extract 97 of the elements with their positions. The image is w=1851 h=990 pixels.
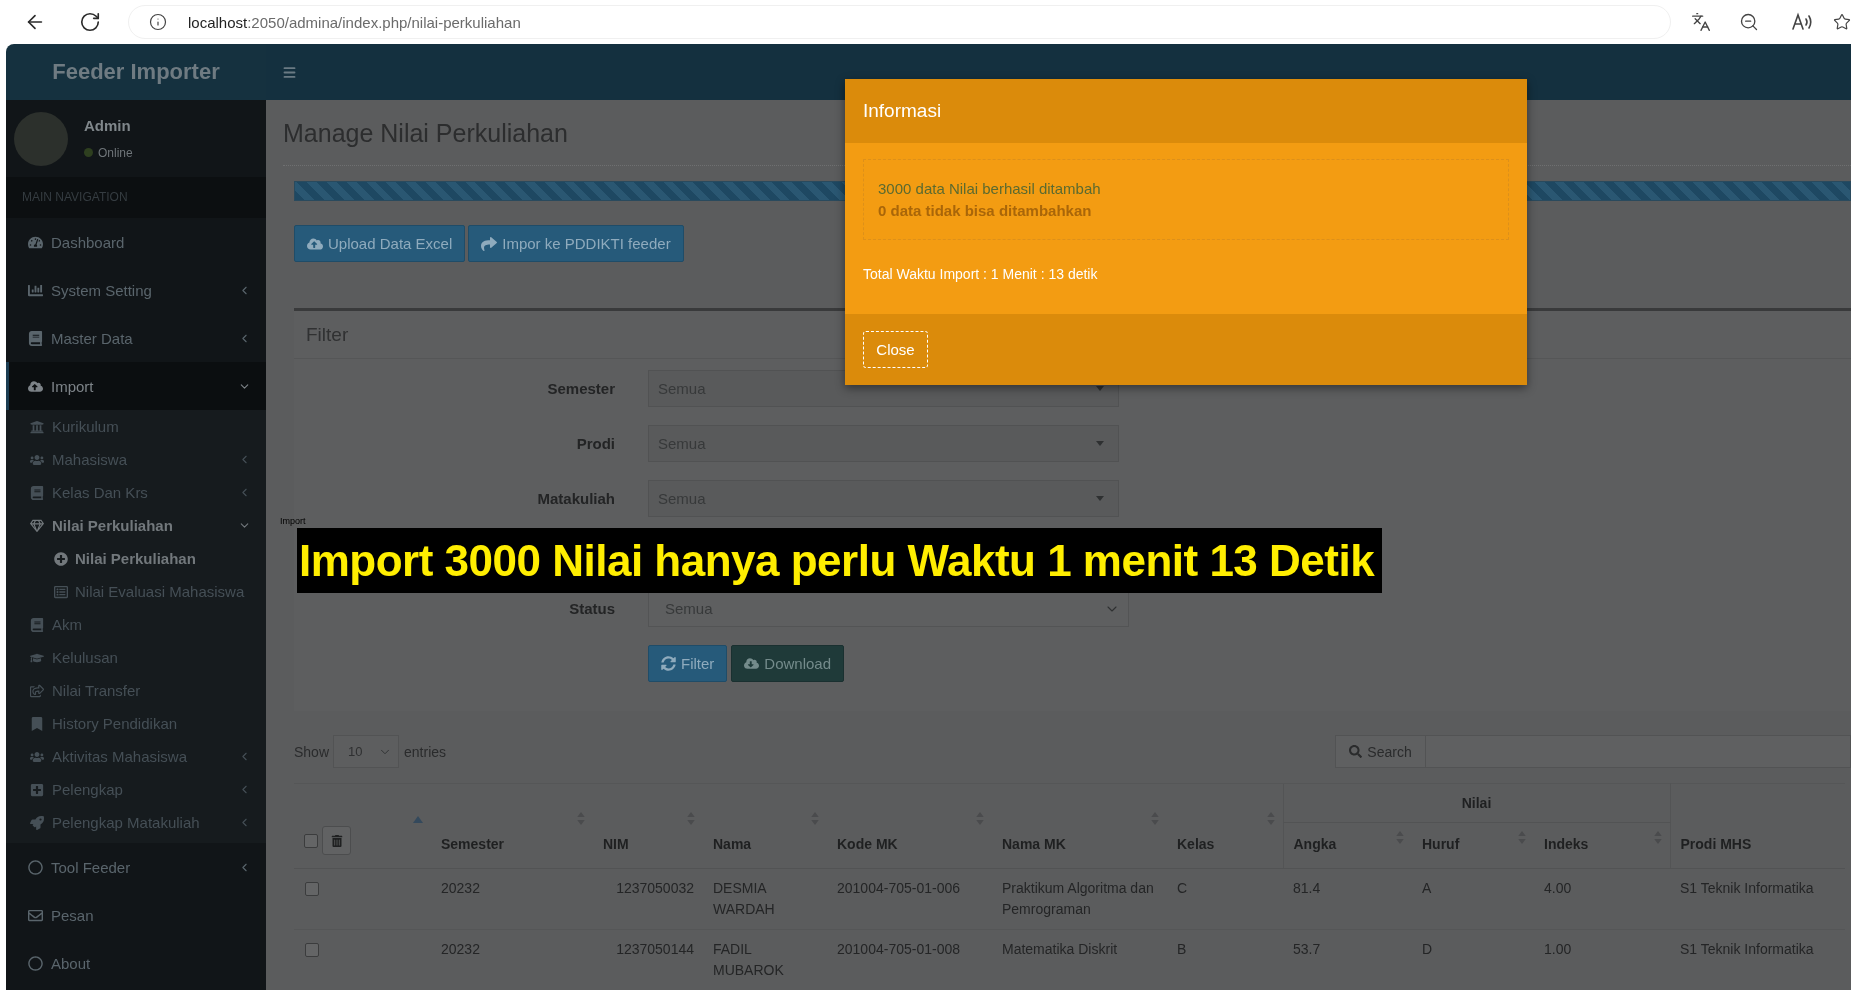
- table-cell: Matematika Diskrit: [992, 929, 1167, 990]
- sidebar-item[interactable]: Nilai Perkuliahan: [6, 509, 266, 542]
- modal-title: Informasi: [863, 100, 942, 122]
- caret-down-icon: [1096, 441, 1104, 446]
- table-cell: FADIL MUBAROK: [703, 929, 827, 990]
- table-cell: D: [1412, 929, 1534, 990]
- sidebar-item[interactable]: About: [6, 939, 266, 987]
- sidebar-item[interactable]: Kurikulum: [6, 410, 266, 443]
- menu-icon[interactable]: [282, 64, 297, 80]
- column-header[interactable]: Nama: [703, 783, 827, 869]
- star-icon[interactable]: [1833, 13, 1851, 31]
- field-label: Status: [568, 600, 615, 617]
- status-dot-icon: [84, 148, 93, 157]
- list-icon: [54, 584, 68, 599]
- zoom-out-icon[interactable]: [1739, 12, 1759, 32]
- checkbox[interactable]: [305, 943, 319, 957]
- caret-down-icon: [1096, 496, 1104, 501]
- book-icon: [30, 485, 44, 500]
- delete-button[interactable]: [322, 826, 351, 855]
- sidebar-item[interactable]: Import: [6, 362, 266, 410]
- cloud-upload-icon: [27, 378, 43, 394]
- book-icon: [30, 617, 44, 632]
- table-cell: B: [1167, 929, 1283, 990]
- sidebar-item[interactable]: History Pendidikan: [6, 707, 266, 740]
- building-icon: [30, 419, 44, 434]
- filter-action-button[interactable]: Filter: [648, 645, 728, 682]
- sidebar-item[interactable]: Pelengkap: [6, 773, 266, 806]
- app-title[interactable]: Feeder Importer: [6, 44, 266, 100]
- users-icon: [30, 749, 44, 764]
- failure-message: 0 data tidak bisa ditambahkan: [878, 201, 1093, 221]
- sort-ascending-icon[interactable]: [413, 816, 423, 823]
- filter-action-button[interactable]: Download: [731, 645, 845, 682]
- checkbox[interactable]: [304, 833, 318, 848]
- column-header[interactable]: NIM: [593, 783, 703, 869]
- column-header[interactable]: Nama MK: [992, 783, 1167, 869]
- refresh-icon: [661, 656, 676, 671]
- column-header[interactable]: Angka: [1283, 822, 1412, 869]
- action-button[interactable]: Upload Data Excel: [294, 225, 466, 262]
- column-group-header: Nilai: [1283, 783, 1670, 823]
- column-header[interactable]: Semester: [431, 783, 593, 869]
- bar-chart-icon: [27, 282, 43, 298]
- sidebar-item[interactable]: Pesan: [6, 891, 266, 939]
- close-button[interactable]: Close: [863, 331, 928, 368]
- table-cell: DESMIA WARDAH: [703, 868, 827, 930]
- action-button[interactable]: Impor ke PDDIKTI feeder: [468, 225, 684, 262]
- user-status: Online: [84, 143, 133, 162]
- column-header[interactable]: Kode MK: [827, 783, 992, 869]
- sidebar-item[interactable]: Master Data: [6, 314, 266, 362]
- user-name: Admin: [84, 115, 132, 136]
- search-icon: [1349, 745, 1363, 758]
- sidebar-item[interactable]: Pelengkap Matakuliah: [6, 806, 266, 839]
- field-label: Semester: [546, 380, 615, 397]
- checkbox[interactable]: [305, 882, 319, 896]
- sidebar-item[interactable]: Nilai Perkuliahan: [6, 542, 266, 575]
- sidebar-item[interactable]: Aktivitas Mahasiswa: [6, 740, 266, 773]
- sidebar-item[interactable]: Akm: [6, 608, 266, 641]
- users-icon: [30, 452, 44, 467]
- translate-icon[interactable]: [1691, 12, 1711, 32]
- table-cell: 201004-705-01-008: [827, 929, 992, 990]
- avatar: [14, 111, 68, 166]
- table-cell: A: [1412, 868, 1534, 930]
- table-cell: 1237050144: [593, 929, 703, 990]
- field-label: Prodi: [575, 435, 615, 452]
- sidebar-item[interactable]: System Setting: [6, 266, 266, 314]
- column-header[interactable]: Kelas: [1167, 783, 1283, 869]
- book-icon: [27, 330, 43, 346]
- sidebar-item[interactable]: Kelulusan: [6, 641, 266, 674]
- field-label: Matakuliah: [536, 490, 615, 507]
- letter-waves-icon[interactable]: [1791, 12, 1813, 32]
- table-cell: 53.7: [1283, 929, 1412, 990]
- sidebar-item[interactable]: Kelas Dan Krs: [6, 476, 266, 509]
- success-message: 3000 data Nilai berhasil ditambah: [878, 179, 1102, 199]
- column-header[interactable]: Huruf: [1412, 822, 1534, 869]
- trash-icon: [330, 834, 343, 847]
- share-icon: [30, 683, 44, 698]
- caption-banner: Import 3000 Nilai hanya perlu Waktu 1 menit 13 Detik: [297, 528, 1383, 593]
- info-icon[interactable]: [149, 13, 167, 31]
- bookmark-icon: [30, 716, 44, 731]
- gem-icon: [30, 518, 44, 533]
- table-cell: 1237050032: [593, 868, 703, 930]
- sidebar-item[interactable]: Dashboard: [6, 218, 266, 266]
- tooltip-label: Import: [280, 516, 306, 526]
- cloud-upload-icon: [307, 235, 323, 252]
- sidebar-item[interactable]: Tool Feeder: [6, 843, 266, 891]
- gauge-icon: [27, 234, 43, 250]
- column-header[interactable]: Indeks: [1534, 822, 1670, 869]
- reload-icon[interactable]: [79, 11, 101, 33]
- envelope-icon: [27, 907, 43, 923]
- cloud-download-icon: [744, 656, 760, 671]
- column-header[interactable]: Prodi MHS: [1670, 783, 1845, 869]
- sidebar-item[interactable]: Mahasiswa: [6, 443, 266, 476]
- import-time-text: Total Waktu Import : 1 Menit : 13 detik: [863, 265, 1099, 284]
- table-cell: 201004-705-01-006: [827, 868, 992, 930]
- sidebar-item[interactable]: Nilai Transfer: [6, 674, 266, 707]
- sidebar-item[interactable]: Nilai Evaluasi Mahasiswa: [6, 575, 266, 608]
- rocket-icon: [30, 815, 44, 830]
- share-arrow-icon: [481, 235, 498, 252]
